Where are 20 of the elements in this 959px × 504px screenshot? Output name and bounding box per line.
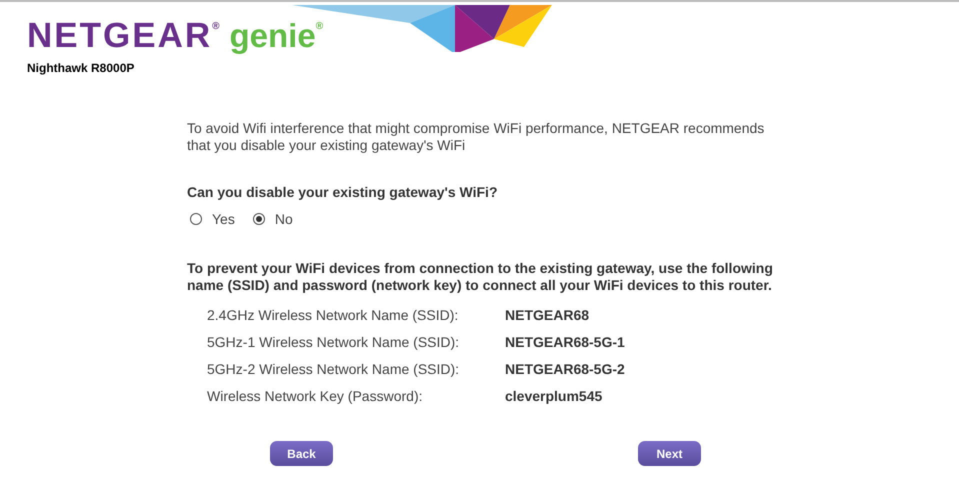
setting-value: cleverplum545 [505,388,602,404]
instructions-text: To prevent your WiFi devices from connection to the existing gateway, use the following name (SSID) and password (network key) to connect all your WiFi devices to this router. [187,260,774,294]
question-text: Can you disable your existing gateway's WiFi? [187,184,498,200]
setting-label: 5GHz-2 Wireless Network Name (SSID): [207,360,460,376]
setting-label: Wireless Network Key (Password): [207,388,424,404]
brand-logo-text: NETGEAR$^{®}$ [27,18,220,53]
product-logo-text: genie$^{®}$ [230,19,324,52]
setting-value: NETGEAR68 [505,306,590,322]
next-button[interactable]: Next [638,441,701,466]
intro-text: To avoid Wifi interference that might compromise WiFi performance, NETGEAR recommends that you disable your existing gateway's WiFi [187,120,766,154]
setting-label: 2.4GHz Wireless Network Name (SSID): [207,306,460,322]
setting-value: NETGEAR68-5G-1 [505,334,625,350]
radio-label[interactable]: No [274,211,293,227]
back-button[interactable]: Back [270,441,333,466]
model-name: Nighthawk R8000P [27,61,136,75]
setting-label: 5GHz-1 Wireless Network Name (SSID): [207,334,460,350]
radio-button[interactable] [190,213,202,225]
radio-label[interactable]: Yes [212,211,235,227]
radio-button[interactable] [252,213,265,225]
setting-value: NETGEAR68-5G-2 [505,360,625,376]
